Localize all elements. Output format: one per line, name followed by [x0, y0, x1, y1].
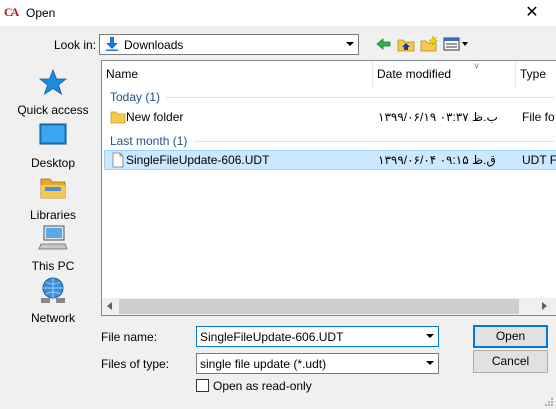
place-label: Network: [30, 311, 75, 325]
computer-icon: [38, 225, 68, 250]
file-name: SingleFileUpdate-606.UDT: [126, 153, 270, 167]
place-label: Desktop: [30, 156, 76, 170]
file-type: File fo: [522, 110, 555, 124]
new-folder-icon[interactable]: [420, 36, 438, 52]
filetype-value: single file update (*.udt): [200, 357, 327, 371]
open-dialog: CA Open ✕ Look in: Downloads Quick acces…: [0, 0, 556, 409]
desktop-icon: [39, 123, 67, 145]
filetype-select[interactable]: single file update (*.udt): [196, 353, 439, 374]
group-header[interactable]: Today (1): [110, 90, 160, 104]
view-menu-icon[interactable]: [443, 36, 469, 52]
folder-icon: [110, 111, 126, 124]
scroll-left-icon[interactable]: [106, 302, 112, 310]
back-arrow-icon[interactable]: [375, 36, 393, 52]
file-row-selected[interactable]: SingleFileUpdate-606.UDT ۱۳۹۹/۰۶/۰۴ ق.ظ …: [104, 150, 556, 170]
libraries-icon: [40, 178, 66, 199]
title-bar[interactable]: CA Open ✕: [0, 0, 556, 26]
file-list[interactable]: Name ˅ Date modified Type Today (1) New …: [101, 60, 556, 316]
readonly-label[interactable]: Open as read-only: [213, 379, 312, 393]
resize-grip-icon[interactable]: [544, 397, 554, 407]
scrollbar-thumb[interactable]: [119, 299, 519, 314]
place-desktop[interactable]: Desktop: [8, 121, 98, 173]
place-label: Quick access: [17, 103, 89, 117]
place-label: Libraries: [29, 208, 77, 222]
filename-value: SingleFileUpdate-606.UDT: [200, 330, 344, 344]
place-this-pc[interactable]: This PC: [8, 224, 98, 276]
place-network[interactable]: Network: [8, 276, 98, 328]
place-label: This PC: [31, 259, 75, 273]
chevron-down-icon[interactable]: [341, 35, 358, 54]
filename-label: File name:: [101, 330, 158, 344]
filetype-label: Files of type:: [101, 357, 170, 371]
chevron-down-icon[interactable]: [421, 327, 438, 346]
file-row[interactable]: New folder ۱۳۹۹/۰۶/۱۹ ب.ظ ۰۳:۳۷ File fo: [104, 107, 556, 127]
group-divider: [166, 97, 554, 98]
lookin-label: Look in:: [54, 38, 97, 52]
lookin-value: Downloads: [124, 38, 184, 52]
close-button[interactable]: ✕: [522, 3, 542, 23]
file-date: ۱۳۹۹/۰۶/۱۹ ب.ظ ۰۳:۳۷: [378, 110, 498, 124]
horizontal-scrollbar[interactable]: [102, 298, 556, 315]
column-header-date[interactable]: Date modified: [373, 61, 516, 89]
group-header[interactable]: Last month (1): [110, 134, 187, 148]
file-type: UDT Fi: [522, 153, 556, 167]
cancel-button[interactable]: Cancel: [473, 350, 548, 373]
window-title: Open: [26, 6, 56, 20]
file-icon: [112, 152, 124, 168]
group-divider: [194, 141, 554, 142]
place-libraries[interactable]: Libraries: [8, 173, 98, 225]
network-icon: [41, 277, 65, 303]
filename-input[interactable]: SingleFileUpdate-606.UDT: [196, 326, 439, 347]
up-folder-icon[interactable]: [397, 36, 415, 52]
star-icon: [38, 68, 68, 95]
readonly-checkbox[interactable]: [196, 379, 209, 392]
scroll-right-icon[interactable]: [542, 302, 548, 310]
open-button[interactable]: Open: [473, 325, 548, 348]
place-quick-access[interactable]: Quick access: [8, 68, 98, 120]
app-logo-icon: CA: [4, 5, 19, 19]
places-bar: Quick access Desktop Libraries This PC N…: [8, 64, 98, 326]
file-date: ۱۳۹۹/۰۶/۰۴ ق.ظ ۰۹:۱۵: [378, 153, 496, 167]
chevron-down-icon[interactable]: [421, 354, 438, 373]
download-arrow-icon: [106, 37, 118, 51]
column-header-type[interactable]: Type: [516, 61, 556, 89]
lookin-dropdown[interactable]: Downloads: [99, 34, 359, 55]
file-name: New folder: [126, 110, 184, 124]
column-header-name[interactable]: Name: [102, 61, 373, 89]
